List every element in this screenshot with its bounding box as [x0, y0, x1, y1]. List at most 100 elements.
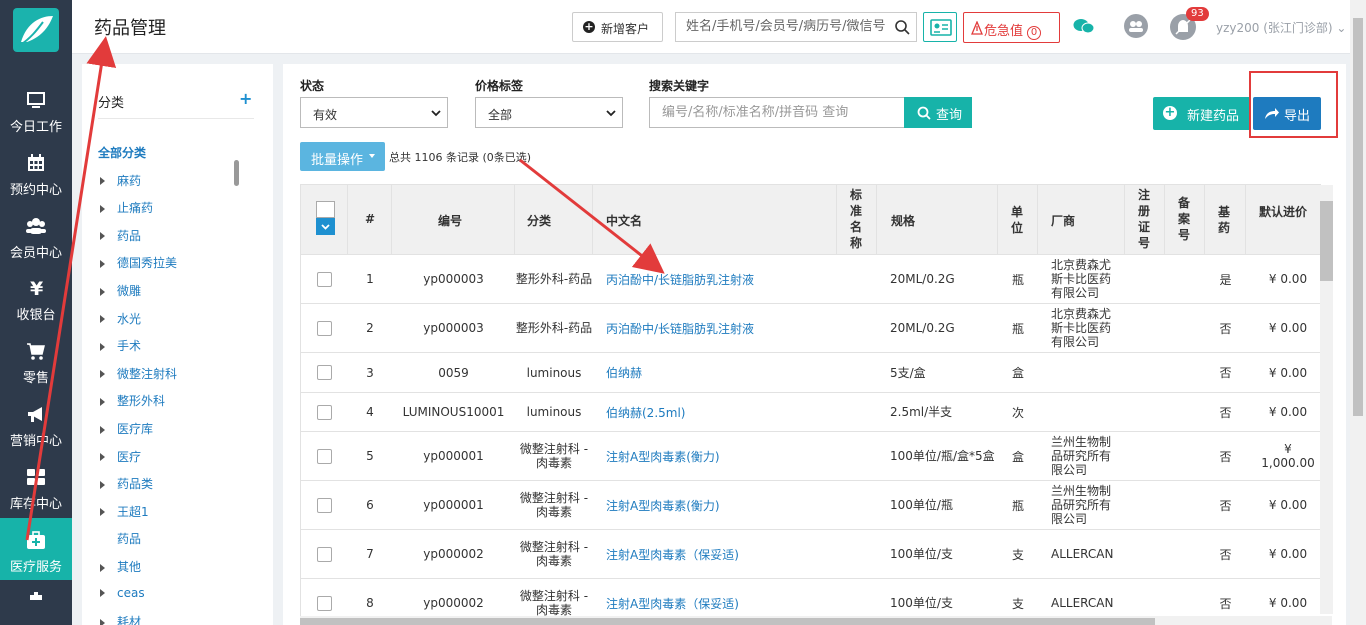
cell-name[interactable]: 注射A型肉毒素(衡力) — [606, 432, 837, 480]
new-drug-button[interactable]: + 新建药品 — [1153, 97, 1251, 130]
add-category-button[interactable]: + — [239, 89, 252, 108]
table-row[interactable]: 2 yp000003 整形外科-药品 丙泊酚中/长链脂肪乳注射液 20ML/0.2G 瓶 北… — [301, 304, 1321, 353]
caret-right-icon[interactable] — [100, 425, 105, 434]
batch-operation-button[interactable]: 批量操作 — [300, 142, 385, 171]
row-checkbox-cell[interactable] — [301, 432, 348, 480]
row-checkbox-cell[interactable] — [301, 481, 348, 529]
cell-text[interactable]: 注射A型肉毒素(衡力) — [606, 448, 720, 465]
keyword-input[interactable] — [662, 105, 892, 120]
sidebar-item[interactable]: ¥ 收银台 — [0, 266, 72, 328]
row-checkbox[interactable] — [317, 320, 332, 336]
user-menu[interactable]: yzy200 (张江门诊部) ⌄ — [1216, 19, 1346, 36]
scroll-thumb[interactable] — [1353, 18, 1363, 416]
scroll-thumb[interactable] — [1320, 201, 1333, 281]
category-item[interactable]: 医疗库 — [98, 420, 153, 437]
caret-right-icon[interactable] — [100, 177, 105, 186]
table-row[interactable]: 6 yp000001 微整注射科 -肉毒素 注射A型肉毒素(衡力) 100单位/瓶 瓶 兰州… — [301, 481, 1321, 530]
category-item[interactable]: 王超1 — [98, 503, 149, 520]
table-vertical-scrollbar[interactable] — [1320, 185, 1333, 614]
search-icon[interactable] — [894, 19, 910, 38]
category-item[interactable]: 微雕 — [98, 282, 141, 299]
cell-text[interactable]: 注射A型肉毒素（保妥适) — [606, 546, 739, 563]
cell-text[interactable]: 丙泊酚中/长链脂肪乳注射液 — [606, 271, 754, 288]
table-row[interactable]: 3 0059 luminous 伯纳赫 5支/盒 盒 否 ¥ 0.00 — [301, 353, 1321, 393]
category-item[interactable]: 耗材 — [98, 613, 141, 625]
critical-value-button[interactable]: 危急值 0 — [963, 12, 1060, 43]
row-checkbox[interactable] — [317, 546, 332, 562]
row-checkbox-cell[interactable] — [301, 304, 348, 352]
category-item[interactable]: 麻药 — [98, 172, 141, 189]
cell-text[interactable]: 伯纳赫(2.5ml) — [606, 404, 685, 421]
sidebar-item[interactable]: 库存中心 — [0, 455, 72, 517]
cell-name[interactable]: 丙泊酚中/长链脂肪乳注射液 — [606, 304, 837, 352]
table-row[interactable]: 4 LUMINOUS10001 luminous 伯纳赫(2.5ml) 2.5ml/半支… — [301, 393, 1321, 432]
caret-right-icon[interactable] — [100, 370, 105, 379]
row-checkbox[interactable] — [317, 271, 332, 287]
table-row[interactable]: 5 yp000001 微整注射科 -肉毒素 注射A型肉毒素(衡力) 100单位/瓶/盒*… — [301, 432, 1321, 481]
row-checkbox[interactable] — [317, 595, 332, 611]
category-item[interactable]: 医疗 — [98, 448, 141, 465]
more-icon[interactable] — [28, 590, 44, 600]
keyword-search[interactable] — [649, 97, 905, 128]
group-icon[interactable] — [1124, 14, 1148, 38]
price-tag-select[interactable]: 全部 — [475, 97, 623, 128]
sidebar-item[interactable]: 今日工作 — [0, 78, 72, 140]
category-item[interactable]: 微整注射科 — [98, 365, 177, 382]
category-item[interactable]: 德国秀拉美 — [98, 254, 177, 271]
caret-right-icon[interactable] — [100, 563, 105, 572]
category-item[interactable]: ceas — [98, 586, 145, 600]
caret-right-icon[interactable] — [100, 589, 105, 598]
row-checkbox-cell[interactable] — [301, 530, 348, 578]
caret-right-icon[interactable] — [100, 259, 105, 268]
cell-name[interactable]: 伯纳赫 — [606, 353, 837, 392]
caret-right-icon[interactable] — [100, 397, 105, 406]
sidebar-item[interactable]: 会员中心 — [0, 204, 72, 266]
sidebar-item[interactable]: 零售 — [0, 329, 72, 391]
caret-right-icon[interactable] — [100, 287, 105, 296]
select-all-checkbox[interactable] — [316, 201, 335, 235]
sidebar-item[interactable]: 医疗服务 — [0, 517, 72, 580]
caret-right-icon[interactable] — [100, 315, 105, 324]
table-row[interactable]: 7 yp000002 微整注射科 -肉毒素 注射A型肉毒素（保妥适) 100单位/支 支 A… — [301, 530, 1321, 579]
table-horizontal-scrollbar[interactable] — [300, 616, 1332, 625]
global-search-input[interactable] — [686, 19, 886, 34]
query-button[interactable]: 查询 — [904, 97, 972, 128]
category-item[interactable]: 药品 — [98, 227, 141, 244]
cell-text[interactable]: 注射A型肉毒素（保妥适) — [606, 595, 739, 612]
category-item[interactable]: 水光 — [98, 310, 141, 327]
wechat-icon[interactable] — [1073, 17, 1095, 38]
new-customer-button[interactable]: + 新增客户 — [572, 12, 663, 42]
category-item[interactable]: 止痛药 — [98, 199, 153, 216]
cell-name[interactable]: 伯纳赫(2.5ml) — [606, 393, 837, 431]
row-checkbox-cell[interactable] — [301, 353, 348, 392]
table-row[interactable]: 1 yp000003 整形外科-药品 丙泊酚中/长链脂肪乳注射液 20ML/0.2G 瓶 北… — [301, 255, 1321, 304]
cell-text[interactable]: 注射A型肉毒素(衡力) — [606, 497, 720, 514]
scroll-thumb[interactable] — [300, 618, 1155, 625]
row-checkbox-cell[interactable] — [301, 393, 348, 431]
row-checkbox-cell[interactable] — [301, 255, 348, 303]
row-checkbox[interactable] — [317, 404, 332, 420]
app-logo[interactable] — [13, 8, 59, 52]
cell-name[interactable]: 丙泊酚中/长链脂肪乳注射液 — [606, 255, 837, 303]
cell-text[interactable]: 伯纳赫 — [606, 364, 642, 381]
category-item[interactable]: 整形外科 — [98, 392, 165, 409]
caret-right-icon[interactable] — [100, 508, 105, 517]
caret-right-icon[interactable] — [100, 204, 105, 213]
category-scrollbar[interactable] — [234, 160, 239, 186]
category-item[interactable]: 其他 — [98, 558, 141, 575]
sidebar-item[interactable]: 预约中心 — [0, 141, 72, 203]
caret-right-icon[interactable] — [100, 618, 105, 625]
id-card-icon[interactable] — [923, 12, 957, 42]
cell-name[interactable]: 注射A型肉毒素(衡力) — [606, 481, 837, 529]
caret-right-icon[interactable] — [100, 232, 105, 241]
global-search[interactable] — [675, 12, 917, 42]
row-checkbox[interactable] — [317, 497, 332, 513]
row-checkbox[interactable] — [317, 365, 332, 380]
cell-text[interactable]: 丙泊酚中/长链脂肪乳注射液 — [606, 320, 754, 337]
category-item[interactable]: 全部分类 — [98, 144, 146, 161]
sidebar-item[interactable]: 营销中心 — [0, 392, 72, 454]
cell-name[interactable]: 注射A型肉毒素（保妥适) — [606, 530, 837, 578]
category-item[interactable]: 药品类 — [98, 475, 153, 492]
category-item[interactable]: 手术 — [98, 337, 141, 354]
status-select[interactable]: 有效 — [300, 97, 448, 128]
